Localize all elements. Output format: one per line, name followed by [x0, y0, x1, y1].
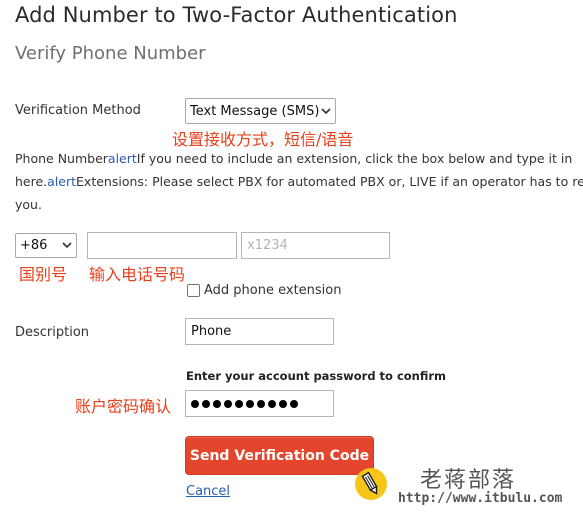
phone-number-input[interactable]: [87, 232, 237, 259]
country-code-select[interactable]: +86: [15, 233, 77, 258]
page-subtitle: Verify Phone Number: [15, 43, 206, 64]
password-mask-dot: [224, 399, 232, 408]
password-mask-dot: [213, 399, 221, 408]
add-extension-label: Add phone extension: [204, 283, 342, 298]
cancel-link[interactable]: Cancel: [186, 484, 230, 499]
phone-extension-input[interactable]: x1234: [241, 232, 390, 259]
password-label: Enter your account password to confirm: [186, 369, 447, 383]
add-extension-checkbox[interactable]: [187, 284, 200, 297]
chevron-down-icon: [319, 99, 335, 123]
description-label: Description: [15, 325, 90, 340]
password-mask-dot: [246, 399, 254, 408]
verification-method-label: Verification Method: [15, 103, 141, 118]
help-line2-text: Extensions: Please select PBX for automa…: [76, 174, 583, 189]
password-mask-dot: [290, 399, 298, 408]
help-phone-number-label: Phone Number: [15, 151, 108, 166]
password-mask-dot: [202, 399, 210, 408]
pencil-logo-icon: [354, 467, 388, 501]
password-mask-dot: [279, 399, 287, 408]
verification-method-select[interactable]: Text Message (SMS): [185, 98, 336, 124]
watermark-url: http://www.itbulu.com: [398, 491, 563, 506]
description-input[interactable]: Phone: [185, 318, 334, 345]
password-mask-dot: [257, 399, 265, 408]
chevron-down-icon: [60, 234, 76, 257]
password-mask-dot: [235, 399, 243, 408]
help-line2-prefix: here.: [15, 174, 48, 189]
help-line3-text: you.: [15, 197, 42, 212]
send-verification-code-button[interactable]: Send Verification Code: [185, 436, 374, 475]
alert-link[interactable]: alert: [47, 174, 76, 189]
watermark-title: 老蒋部落: [420, 468, 517, 493]
password-input[interactable]: [185, 390, 334, 417]
phone-number-annotation: 输入电话号码: [89, 265, 186, 284]
country-code-annotation: 国别号: [19, 265, 68, 284]
phone-help-text: Phone NumberalertIf you need to include …: [15, 147, 583, 216]
password-mask-dot: [268, 399, 276, 408]
page-title: Add Number to Two-Factor Authentication: [15, 3, 458, 27]
alert-link[interactable]: alert: [108, 151, 137, 166]
verification-method-value: Text Message (SMS): [190, 103, 320, 119]
help-line1-text: If you need to include an extension, cli…: [136, 151, 573, 166]
password-mask-dot: [191, 399, 199, 408]
country-code-value: +86: [20, 238, 48, 253]
password-annotation: 账户密码确认: [75, 397, 172, 416]
